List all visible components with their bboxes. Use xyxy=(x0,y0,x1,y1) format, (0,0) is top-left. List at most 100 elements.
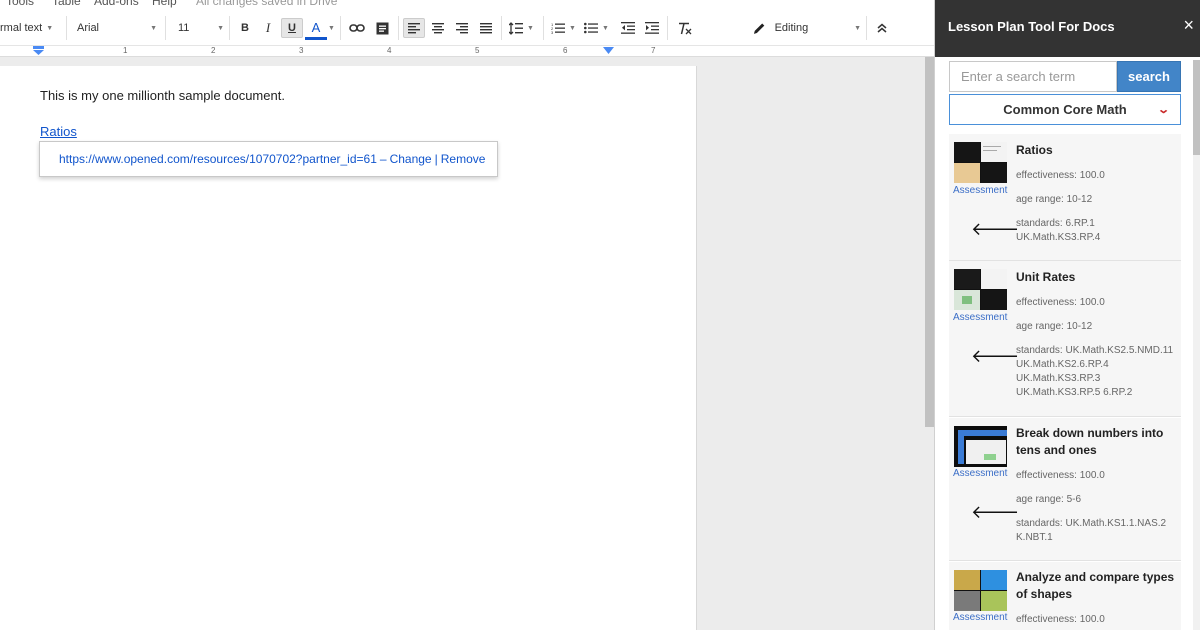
link-bubble-url[interactable]: https://www.opened.com/resources/1070702… xyxy=(59,152,377,166)
toolbar-divider xyxy=(866,16,867,40)
font-size-label: 11 xyxy=(178,22,190,34)
document-link[interactable]: Ratios xyxy=(40,124,77,139)
toolbar-divider xyxy=(501,16,502,40)
result-effectiveness: effectiveness: 100.0 xyxy=(1016,170,1105,181)
insert-link-button[interactable] xyxy=(346,18,368,38)
chevron-down-icon: ⌄ xyxy=(1156,104,1170,116)
insert-arrow-icon[interactable]: 🡐 xyxy=(971,347,1019,365)
link-change-button[interactable]: Change xyxy=(390,152,432,166)
result-type-link[interactable]: Assessment xyxy=(953,185,1007,196)
result-type-link[interactable]: Assessment xyxy=(953,468,1007,479)
justify-icon xyxy=(480,22,492,33)
chevron-down-icon: ▼ xyxy=(569,24,576,32)
save-status: All changes saved in Drive xyxy=(196,0,338,8)
decrease-indent-icon xyxy=(621,22,635,34)
subject-select-label: Common Core Math xyxy=(1003,102,1127,117)
indent-marker-icon[interactable] xyxy=(33,46,44,56)
sidebar-scroll-thumb[interactable] xyxy=(1193,60,1200,155)
font-select-label: Arial xyxy=(77,22,100,34)
insert-arrow-icon[interactable]: 🡐 xyxy=(971,503,1019,521)
result-standards: standards: UK.Math.KS2.5.NMD.11 xyxy=(1016,345,1174,356)
increase-indent-icon xyxy=(645,22,659,34)
toolbar-divider xyxy=(398,16,399,40)
font-select[interactable]: Arial ▼ xyxy=(77,18,157,38)
ruler-tick: 2 xyxy=(211,46,216,55)
ruler-tick: 6 xyxy=(563,46,568,55)
toolbar-divider xyxy=(340,16,341,40)
subject-select[interactable]: Common Core Math ⌄ xyxy=(949,94,1181,125)
result-type-link[interactable]: Assessment xyxy=(953,612,1007,623)
comment-icon xyxy=(376,22,388,34)
chevron-down-icon[interactable]: ▼ xyxy=(328,18,335,38)
menu-tools[interactable]: Tools xyxy=(6,0,34,8)
align-left-button[interactable] xyxy=(403,18,425,38)
underline-button[interactable]: U xyxy=(281,18,303,38)
result-standards: UK.Math.KS2.6.RP.4 xyxy=(1016,359,1109,370)
result-card[interactable]: Assessment 🡐 Ratios effectiveness: 100.0… xyxy=(949,134,1181,261)
style-select-label: rmal text xyxy=(0,22,43,34)
style-select[interactable]: rmal text ▼ xyxy=(0,18,64,38)
toolbar-divider xyxy=(667,16,668,40)
result-title-line[interactable]: tens and ones xyxy=(1016,442,1176,459)
line-spacing-icon xyxy=(509,21,523,35)
font-size-select[interactable]: 11 ▼ xyxy=(178,18,224,38)
chevron-down-icon: ▼ xyxy=(46,24,54,32)
result-age-range: age range: 10-12 xyxy=(1016,321,1093,332)
editing-mode-label: Editing xyxy=(774,22,809,34)
result-card[interactable]: Assessment 🡐 Unit Rates effectiveness: 1… xyxy=(949,261,1181,417)
result-type-link[interactable]: Assessment xyxy=(953,312,1007,323)
text-color-button[interactable]: A xyxy=(305,18,327,40)
clear-formatting-button[interactable] xyxy=(674,18,696,38)
close-icon[interactable]: × xyxy=(1183,16,1194,34)
insert-arrow-icon[interactable]: 🡐 xyxy=(971,220,1019,238)
search-input[interactable] xyxy=(949,61,1117,92)
link-icon xyxy=(349,24,365,32)
menu-addons[interactable]: Add-ons xyxy=(94,0,139,8)
ruler[interactable]: 1 2 3 4 5 6 7 xyxy=(0,46,934,57)
decrease-indent-button[interactable] xyxy=(617,18,639,38)
result-age-range: age range: 5-6 xyxy=(1016,494,1082,505)
result-thumbnail xyxy=(954,142,1007,183)
justify-button[interactable] xyxy=(475,18,497,38)
line-spacing-button[interactable]: ▼ xyxy=(509,18,539,38)
ruler-tick: 1 xyxy=(123,46,128,55)
sidebar-scrollbar[interactable] xyxy=(1193,60,1200,630)
italic-button[interactable]: I xyxy=(257,18,279,38)
document-scrollbar[interactable] xyxy=(925,57,934,427)
toolbar-divider xyxy=(165,16,166,40)
right-indent-marker-icon[interactable] xyxy=(603,47,614,55)
bulleted-list-button[interactable]: ▼ xyxy=(584,18,614,38)
document-paragraph[interactable]: This is my one millionth sample document… xyxy=(40,88,285,103)
result-title-line[interactable]: Break down numbers into xyxy=(1016,425,1176,442)
result-card[interactable]: Assessment Analyze and compare types of … xyxy=(949,562,1181,630)
numbered-list-button[interactable]: 1 2 3 ▼ xyxy=(551,18,581,38)
result-title-line[interactable]: Analyze and compare types xyxy=(1016,569,1176,586)
toolbar: rmal text ▼ Arial ▼ 11 ▼ B I U A ▼ ▼ 1 2 3 ▼ ▼ xyxy=(0,8,934,46)
link-bubble-dash: – xyxy=(379,152,387,166)
increase-indent-button[interactable] xyxy=(641,18,663,38)
search-button[interactable]: search xyxy=(1117,61,1181,92)
pencil-icon xyxy=(753,22,765,34)
result-title-line[interactable]: of shapes xyxy=(1016,586,1176,603)
chevron-down-icon: ▼ xyxy=(602,24,609,32)
result-title[interactable]: Ratios xyxy=(1016,142,1176,159)
menu-help[interactable]: Help xyxy=(152,0,177,8)
align-center-button[interactable] xyxy=(427,18,449,38)
result-effectiveness: effectiveness: 100.0 xyxy=(1016,297,1105,308)
bold-button[interactable]: B xyxy=(234,18,256,38)
result-card[interactable]: Assessment 🡐 Break down numbers into ten… xyxy=(949,418,1181,561)
result-standards: UK.Math.KS3.RP.4 xyxy=(1016,232,1101,243)
menu-bar: Tools Table Add-ons Help All changes sav… xyxy=(0,0,934,8)
link-bubble: https://www.opened.com/resources/1070702… xyxy=(39,141,498,177)
insert-comment-button[interactable] xyxy=(371,18,393,38)
toolbar-divider xyxy=(229,16,230,40)
sidebar-title: Lesson Plan Tool For Docs xyxy=(948,19,1115,34)
result-title[interactable]: Unit Rates xyxy=(1016,269,1176,286)
ruler-tick: 4 xyxy=(387,46,392,55)
addon-sidebar: Lesson Plan Tool For Docs × search Commo… xyxy=(934,0,1200,630)
collapse-toolbar-button[interactable] xyxy=(871,18,893,38)
editing-mode-select[interactable]: Editing ▼ xyxy=(753,18,861,38)
menu-table[interactable]: Table xyxy=(52,0,81,8)
link-remove-button[interactable]: Remove xyxy=(441,152,486,166)
align-right-button[interactable] xyxy=(451,18,473,38)
